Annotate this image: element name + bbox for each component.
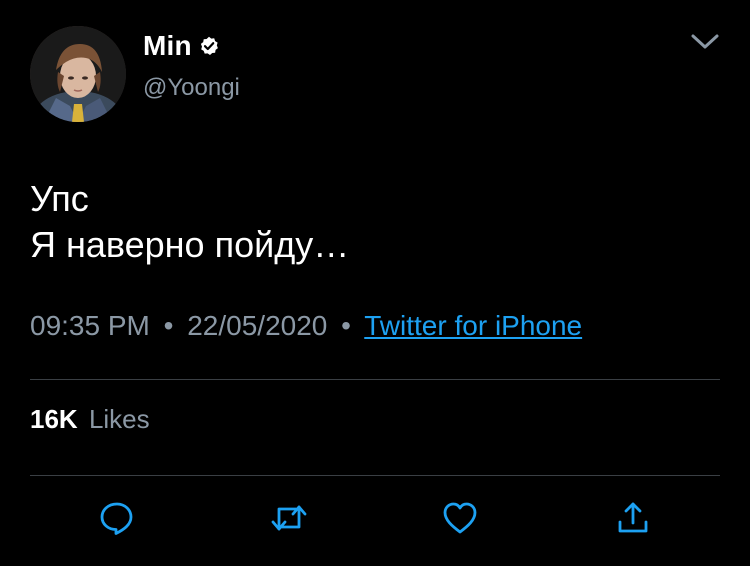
avatar[interactable] [30,26,126,122]
user-handle[interactable]: @Yoongi [143,74,240,102]
divider [30,379,720,380]
tweet-text-line: Я наверно пойду… [30,224,350,265]
tweet-meta: 09:35 PM • 22/05/2020 • Twitter for iPho… [30,310,582,342]
avatar-photo [30,26,126,122]
comment-bubble-icon[interactable] [99,500,135,536]
tweet-text: Упс Я наверно пойду… [30,176,349,268]
display-name[interactable]: Min [143,30,192,62]
share-icon[interactable] [615,500,651,536]
meta-separator: • [341,310,351,341]
tweet-text-line: Упс [30,178,89,219]
tweet-source-link[interactable]: Twitter for iPhone [364,310,582,341]
meta-separator: • [163,310,174,341]
author-name-row[interactable]: Min [143,30,219,62]
heart-icon[interactable] [442,500,478,536]
retweet-icon[interactable] [271,500,307,536]
likes-label: Likes [88,404,150,434]
chevron-down-icon[interactable] [689,30,721,54]
divider [30,475,720,476]
tweet-date: 22/05/2020 [187,310,328,341]
verified-badge-icon [199,36,219,56]
tweet-time: 09:35 PM [30,310,150,341]
likes-count: 16K [30,404,78,434]
likes-stat[interactable]: 16K Likes [30,404,150,435]
